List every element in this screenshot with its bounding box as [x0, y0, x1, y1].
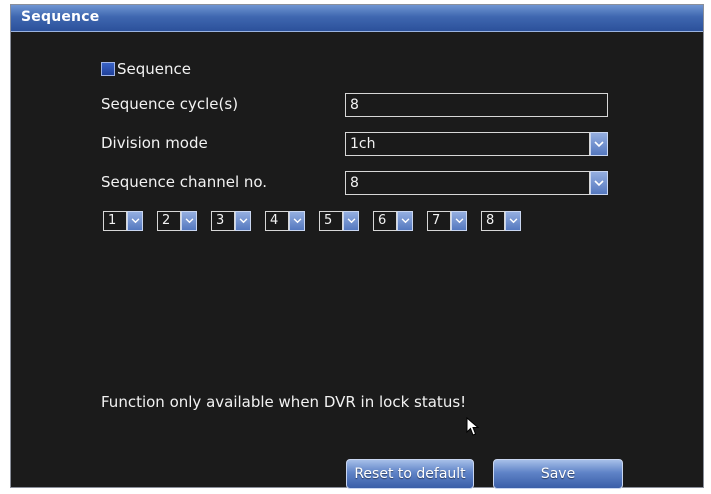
division-mode-label: Division mode [101, 134, 208, 152]
title-bar: Sequence [11, 5, 703, 32]
division-mode-select[interactable]: 1ch [345, 132, 608, 156]
channel-select-value[interactable]: 5 [319, 211, 343, 231]
channel-select-3[interactable]: 3 [211, 211, 251, 231]
chevron-down-icon[interactable] [397, 211, 413, 231]
division-mode-value[interactable]: 1ch [345, 132, 590, 156]
dialog-title: Sequence [21, 9, 100, 25]
chevron-down-icon[interactable] [590, 171, 608, 195]
chevron-down-icon[interactable] [505, 211, 521, 231]
channel-select-value[interactable]: 7 [427, 211, 451, 231]
channel-select-value[interactable]: 1 [103, 211, 127, 231]
channel-select-5[interactable]: 5 [319, 211, 359, 231]
chevron-down-icon[interactable] [127, 211, 143, 231]
sequence-cycle-label: Sequence cycle(s) [101, 95, 239, 113]
sequence-checkbox-label: Sequence [117, 60, 191, 78]
channel-select-7[interactable]: 7 [427, 211, 467, 231]
sequence-checkbox[interactable] [101, 62, 115, 76]
sequence-dialog: Sequence Sequence Sequence cycle(s) 8 Di… [10, 4, 704, 489]
channel-select-2[interactable]: 2 [157, 211, 197, 231]
chevron-down-icon[interactable] [451, 211, 467, 231]
channel-select-4[interactable]: 4 [265, 211, 305, 231]
chevron-down-icon[interactable] [289, 211, 305, 231]
channel-select-value[interactable]: 3 [211, 211, 235, 231]
channel-select-value[interactable]: 4 [265, 211, 289, 231]
sequence-cycle-input[interactable]: 8 [345, 93, 608, 117]
channel-select-6[interactable]: 6 [373, 211, 413, 231]
lock-status-notice: Function only available when DVR in lock… [101, 393, 467, 411]
chevron-down-icon[interactable] [590, 132, 608, 156]
channel-order-selects: 1 2 3 4 5 6 7 8 [103, 211, 521, 231]
chevron-down-icon[interactable] [181, 211, 197, 231]
sequence-channel-label: Sequence channel no. [101, 173, 268, 191]
save-button[interactable]: Save [493, 459, 623, 489]
channel-select-value[interactable]: 2 [157, 211, 181, 231]
channel-select-8[interactable]: 8 [481, 211, 521, 231]
channel-select-value[interactable]: 8 [481, 211, 505, 231]
sequence-channel-value[interactable]: 8 [345, 171, 590, 195]
chevron-down-icon[interactable] [343, 211, 359, 231]
mouse-pointer-icon [466, 416, 480, 441]
chevron-down-icon[interactable] [235, 211, 251, 231]
sequence-channel-select[interactable]: 8 [345, 171, 608, 195]
sequence-checkbox-row[interactable]: Sequence [101, 59, 191, 79]
reset-to-default-button[interactable]: Reset to default [346, 459, 474, 489]
channel-select-value[interactable]: 6 [373, 211, 397, 231]
channel-select-1[interactable]: 1 [103, 211, 143, 231]
